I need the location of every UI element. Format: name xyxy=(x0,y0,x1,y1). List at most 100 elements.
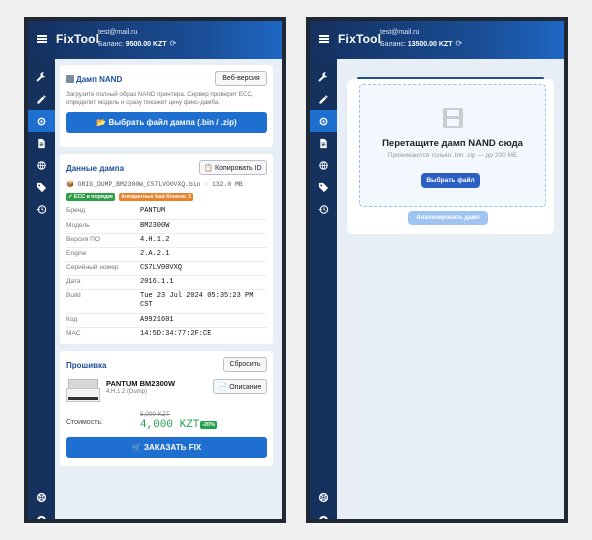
divider xyxy=(66,275,267,276)
kv-row-build: Build Tue 23 Jul 2024 05:35:23 PM CST xyxy=(66,292,267,314)
balance-label: Баланс: xyxy=(380,41,406,48)
tag-icon xyxy=(318,182,329,192)
balance-label: Баланс: xyxy=(98,41,124,48)
wrench-icon xyxy=(36,71,46,81)
divider xyxy=(66,247,267,248)
history-icon xyxy=(318,204,329,214)
lifebuoy-icon xyxy=(318,492,329,502)
refresh-balance-icon[interactable]: ⟳ xyxy=(170,39,177,48)
dropzone-title: Перетащите дамп NAND сюда xyxy=(382,138,523,149)
account-email: test@mail.ru xyxy=(380,29,420,36)
document-icon xyxy=(38,138,45,148)
sidebar-item-dump[interactable] xyxy=(310,110,337,132)
sidebar-item-edit[interactable] xyxy=(310,88,337,110)
menu-icon[interactable] xyxy=(319,35,329,43)
kv-value: A9921601 xyxy=(140,316,174,324)
web-version-button[interactable]: Веб-версия xyxy=(215,71,267,86)
nand-description: Загрузите полный образ NAND принтера. Се… xyxy=(66,91,254,106)
sidebar-item-tools[interactable] xyxy=(28,66,55,88)
kv-value: CS7LV00VXQ xyxy=(140,264,183,272)
menu-icon[interactable] xyxy=(37,35,47,43)
divider xyxy=(66,327,267,328)
app-brand: FixTool xyxy=(338,32,382,46)
printer-image xyxy=(66,375,100,405)
sidebar-item-tools[interactable] xyxy=(310,66,337,88)
bad-blocks-badge: Аппаратных bad-блоков: 1 xyxy=(119,193,194,201)
dropzone-hint: Принимаются только .bin .zip — до 200 МБ xyxy=(387,152,518,159)
firmware-card-title: Прошивка xyxy=(66,361,107,370)
sidebar-item-prices[interactable] xyxy=(310,176,337,198)
sidebar-item-documents[interactable] xyxy=(28,132,55,154)
account-info: test@mail.ru Баланс: 13500.00 KZT ⟳ xyxy=(380,27,462,50)
document-icon xyxy=(320,138,327,148)
copy-id-button[interactable]: 📋 Копировать ID xyxy=(199,160,267,175)
sidebar-item-web[interactable] xyxy=(28,154,55,176)
sidebar-item-prices[interactable] xyxy=(28,176,55,198)
app-screen: FixTool test@mail.ru Баланс: 9500.00 KZT… xyxy=(28,21,282,519)
firmware-version: 4.H.1.2 (Dump) xyxy=(106,389,148,395)
sidebar-item-documents[interactable] xyxy=(310,132,337,154)
kv-label: Код xyxy=(66,316,78,323)
sidebar-item-dump[interactable] xyxy=(28,110,55,132)
sidebar-item-support[interactable] xyxy=(310,486,337,508)
analyze-dump-button[interactable]: Анализировать дамп xyxy=(408,211,488,225)
nand-dump-card: Дамп NAND Веб-версия Загрузите полный об… xyxy=(60,65,273,147)
app-brand: FixTool xyxy=(56,32,100,46)
main-content: Дамп NAND Веб-версия Загрузите полный об… xyxy=(55,59,282,519)
sidebar-item-edit[interactable] xyxy=(28,88,55,110)
refresh-balance-icon[interactable]: ⟳ xyxy=(455,39,462,48)
kv-value: 2016.1.1 xyxy=(140,278,174,286)
kv-value: PANTUM xyxy=(140,207,166,215)
kv-label: Бренд xyxy=(66,207,86,214)
ecc-ok-badge: ✓ ECC в порядке xyxy=(66,193,115,201)
description-button[interactable]: 📄 Описание xyxy=(213,379,267,394)
sidebar-item-history[interactable] xyxy=(310,198,337,220)
chip-icon xyxy=(319,117,328,125)
reset-button[interactable]: Сбросить xyxy=(223,357,267,372)
main-content: Перетащите дамп NAND сюда Принимаются то… xyxy=(337,59,564,519)
sidebar-item-support[interactable] xyxy=(28,486,55,508)
new-price: 4,000 KZT xyxy=(140,419,200,431)
choose-dump-file-button[interactable]: 📂 Выбрать файл дампа (.bin / .zip) xyxy=(66,112,267,133)
sidebar xyxy=(28,59,55,519)
balance-value: 13500.00 KZT xyxy=(407,41,453,48)
kv-label: Модель xyxy=(66,222,90,229)
pencil-icon xyxy=(37,94,46,104)
save-icon xyxy=(442,108,463,128)
divider xyxy=(66,261,267,262)
divider xyxy=(66,219,267,220)
kv-label: Build xyxy=(66,292,81,299)
order-fix-button[interactable]: 🛒 ЗАКАЗАТЬ FIX xyxy=(66,437,267,458)
divider xyxy=(66,313,267,314)
user-icon xyxy=(319,515,328,519)
app-screen: FixTool test@mail.ru Баланс: 13500.00 KZ… xyxy=(310,21,564,519)
kv-label: Engine xyxy=(66,250,87,257)
user-icon xyxy=(37,515,46,519)
sidebar-item-profile[interactable] xyxy=(310,509,337,519)
kv-label: MAC xyxy=(66,330,81,337)
old-price: 5,000 KZT xyxy=(140,411,170,418)
top-bar: FixTool test@mail.ru Баланс: 9500.00 KZT… xyxy=(28,21,282,59)
choose-file-button[interactable]: Выбрать файл xyxy=(421,173,480,188)
sidebar xyxy=(310,59,337,519)
divider xyxy=(66,289,267,290)
sidebar-item-web[interactable] xyxy=(310,154,337,176)
balance-value: 9500.00 KZT xyxy=(125,41,167,48)
kv-value: 2.A.2.1 xyxy=(140,250,170,258)
kv-label: Дата xyxy=(66,278,81,285)
kv-value: BM2300W xyxy=(140,222,170,230)
nand-title-text: Дамп NAND xyxy=(76,75,123,84)
kv-value: 14:5D:34:77:2F:CE xyxy=(140,330,212,338)
sidebar-item-profile[interactable] xyxy=(28,509,55,519)
discount-badge: -20% xyxy=(200,421,217,429)
top-bar: FixTool test@mail.ru Баланс: 13500.00 KZ… xyxy=(310,21,564,59)
kv-label: Серийный номер xyxy=(66,264,119,271)
dropzone[interactable]: Перетащите дамп NAND сюда Принимаются то… xyxy=(359,84,546,207)
globe-icon xyxy=(319,160,328,170)
account-info: test@mail.ru Баланс: 9500.00 KZT ⟳ xyxy=(98,27,176,50)
dump-card-title: Данные дампа xyxy=(66,164,125,173)
phone-frame-dump-details: FixTool test@mail.ru Баланс: 9500.00 KZT… xyxy=(24,17,286,523)
history-icon xyxy=(36,204,47,214)
kv-value: 4.H.1.2 xyxy=(140,236,170,244)
sidebar-item-history[interactable] xyxy=(28,198,55,220)
